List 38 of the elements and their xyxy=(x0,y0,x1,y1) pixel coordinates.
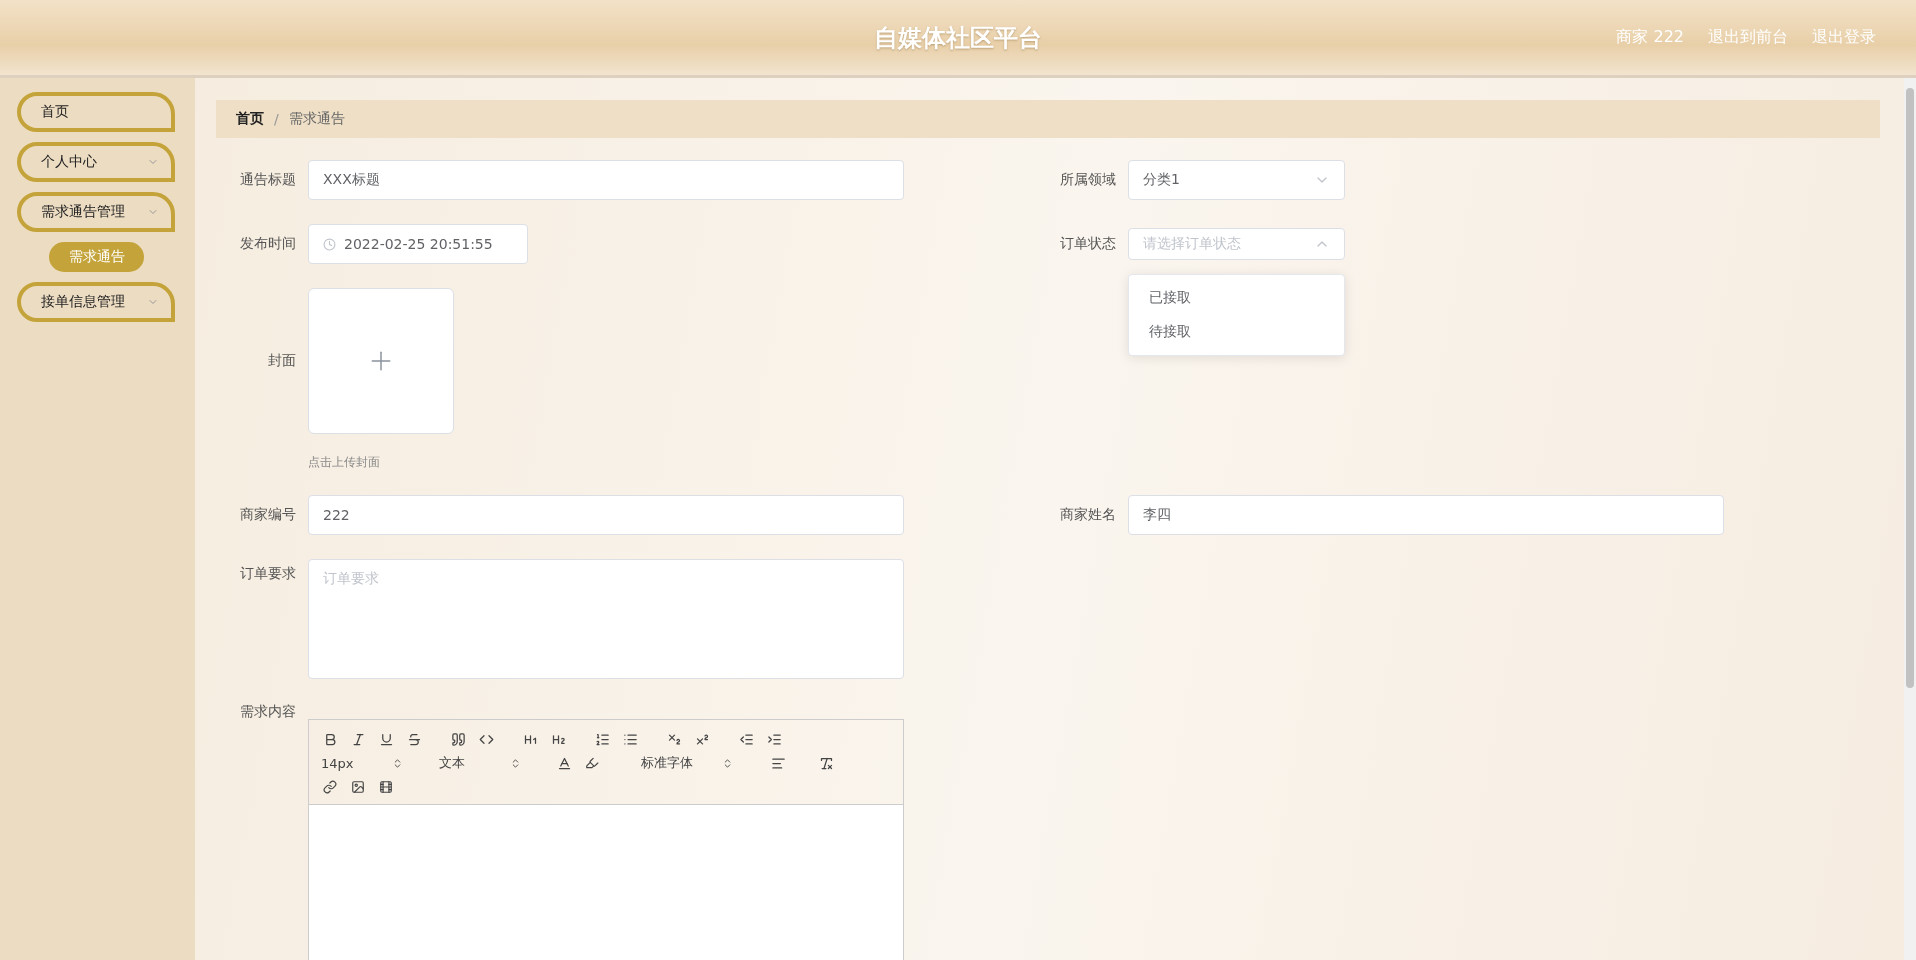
date-field[interactable]: 2022-02-25 20:51:55 xyxy=(308,224,528,264)
quote-icon[interactable] xyxy=(449,730,467,748)
updown-icon xyxy=(722,757,733,769)
film-icon[interactable] xyxy=(377,778,395,796)
image-icon[interactable] xyxy=(349,778,367,796)
dropdown-option[interactable]: 已接取 xyxy=(1129,281,1344,315)
updown-icon xyxy=(392,757,403,769)
user-label: 商家 222 xyxy=(1616,27,1684,48)
field-label: 所属领域 xyxy=(1059,171,1116,189)
site-title: 自媒体社区平台 xyxy=(874,22,1042,54)
menu-item[interactable]: 首页 xyxy=(17,92,175,132)
field-label: 封面 xyxy=(267,352,296,370)
menu-item[interactable]: 需求通告管理 xyxy=(17,192,175,232)
field-label: 通告标题 xyxy=(239,171,296,189)
breadcrumb-separator: / xyxy=(274,111,279,127)
upload-hint: 点击上传封面 xyxy=(308,454,381,471)
select-field[interactable]: 分类1 xyxy=(1128,160,1345,200)
input-field[interactable]: XXX标题 xyxy=(308,160,904,200)
menu-item[interactable]: 接单信息管理 xyxy=(17,282,175,322)
input-field[interactable]: 李四 xyxy=(1128,495,1724,535)
menu-item[interactable]: 个人中心 xyxy=(17,142,175,182)
link-icon[interactable] xyxy=(321,778,339,796)
font-family-select[interactable]: 标准字体 xyxy=(641,754,733,772)
scrollbar-thumb[interactable] xyxy=(1906,88,1914,688)
field-label: 发布时间 xyxy=(239,235,296,253)
field-label: 订单状态 xyxy=(1059,235,1116,253)
field-label: 商家姓名 xyxy=(1059,506,1116,524)
font-size-select[interactable]: 14px xyxy=(321,754,403,772)
input-field[interactable]: 222 xyxy=(308,495,904,535)
block-format-select[interactable]: 文本 xyxy=(439,754,521,772)
dropdown-option[interactable]: 待接取 xyxy=(1129,315,1344,349)
field-label: 订单要求 xyxy=(239,564,296,583)
updown-icon xyxy=(510,757,521,769)
breadcrumb-link[interactable]: 首页 xyxy=(236,110,264,128)
clock-icon xyxy=(323,237,336,251)
field-label: 商家编号 xyxy=(239,506,296,524)
field-label: 需求内容 xyxy=(239,703,296,721)
breadcrumb-link[interactable]: 需求通告 xyxy=(288,110,345,128)
